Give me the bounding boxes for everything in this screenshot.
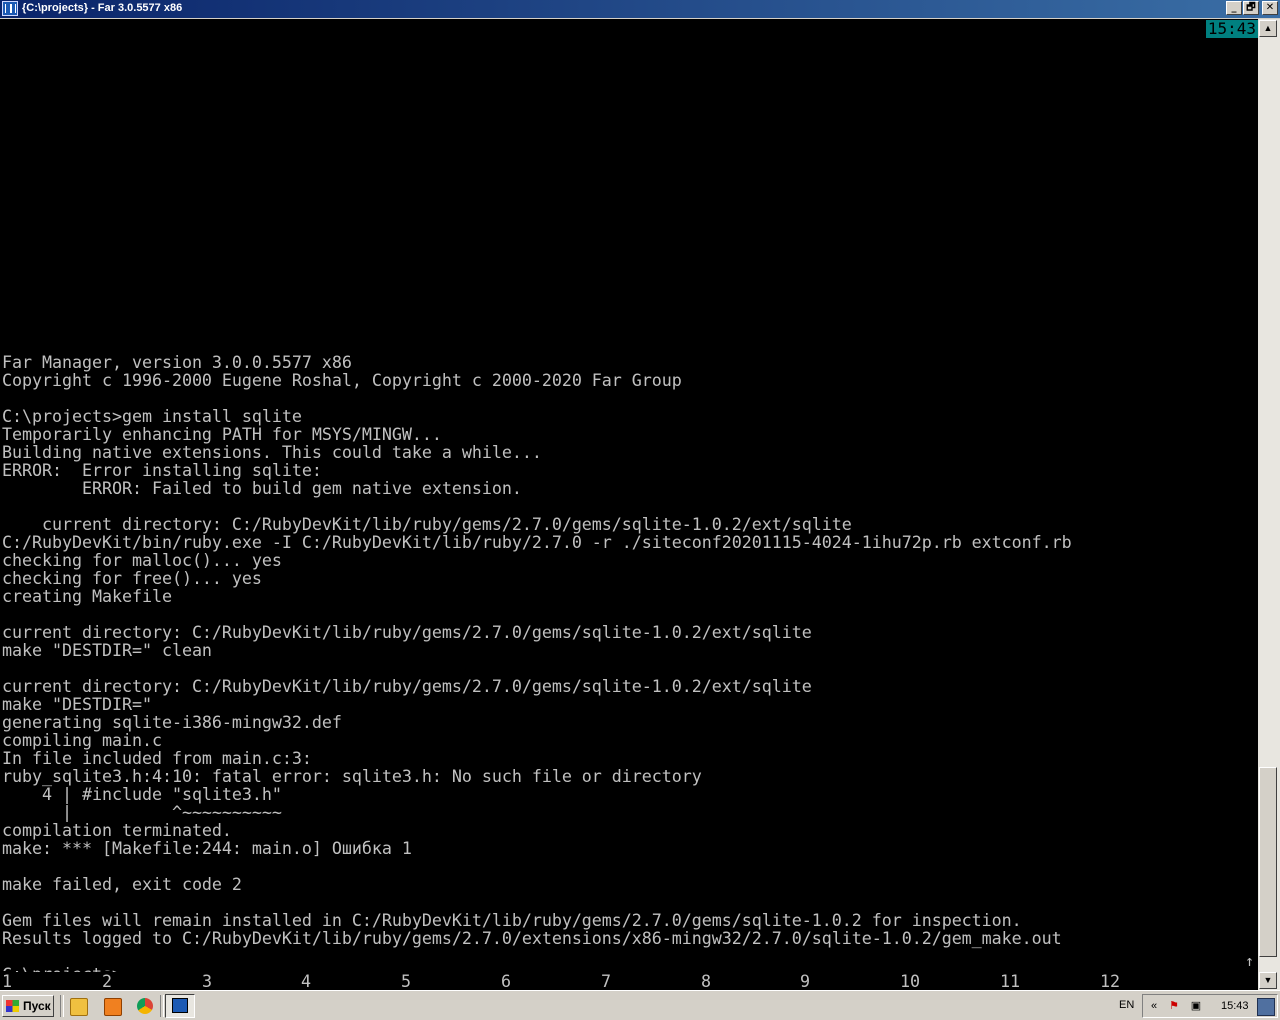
console-line: make "DESTDIR=" bbox=[2, 694, 152, 714]
console-line: make failed, exit code 2 bbox=[2, 874, 242, 894]
console-line: | ^~~~~~~~~~~ bbox=[2, 802, 282, 822]
console-line: Copyright c 1996-2000 Eugene Roshal, Cop… bbox=[2, 370, 682, 390]
chrome-icon[interactable] bbox=[137, 998, 153, 1014]
fkey-confmn-button[interactable]: 9ConfMn bbox=[800, 971, 890, 1008]
far-app-icon bbox=[172, 998, 188, 1013]
far-app-icon[interactable] bbox=[2, 1, 18, 16]
system-tray: « ⚑ ▣ 15:43 bbox=[1142, 994, 1278, 1018]
console-line: compiling main.c bbox=[2, 730, 162, 750]
console-line: compilation terminated. bbox=[2, 820, 232, 840]
maximize-button[interactable]: 🗗 bbox=[1243, 1, 1259, 15]
tray-clock: 15:43 bbox=[1221, 1000, 1249, 1012]
window-title: {C:\projects} - Far 3.0.5577 x86 bbox=[22, 2, 183, 14]
fkey-renmov-button[interactable]: 6RenMov bbox=[501, 971, 591, 1008]
action-center-icon[interactable]: ⚑ bbox=[1167, 999, 1181, 1013]
tray-chevron-icon[interactable]: « bbox=[1147, 999, 1161, 1013]
console-line: C:/RubyDevKit/bin/ruby.exe -I C:/RubyDev… bbox=[2, 532, 1072, 552]
console-line: C:\projects>gem install sqlite bbox=[2, 406, 302, 426]
scroll-up-button[interactable]: ▲ bbox=[1259, 20, 1277, 37]
fkey-number: 8 bbox=[701, 971, 712, 991]
fkey-number: 1 bbox=[2, 971, 13, 991]
media-player-icon[interactable] bbox=[104, 998, 122, 1016]
fkey-usermn-button[interactable]: 2UserMn bbox=[102, 971, 192, 1008]
fkey-number: 3 bbox=[202, 971, 213, 991]
console-line: current directory: C:/RubyDevKit/lib/rub… bbox=[2, 622, 812, 642]
console-line: creating Makefile bbox=[2, 586, 172, 606]
fkey-delete-button[interactable]: 8Delete bbox=[701, 971, 791, 1008]
minimize-button[interactable]: _ bbox=[1226, 1, 1242, 15]
fkey-copy-button[interactable]: 5Copy bbox=[401, 971, 491, 1008]
console-line: make: *** [Makefile:244: main.o] Ошибка … bbox=[2, 838, 412, 858]
fkey-number: 4 bbox=[301, 971, 312, 991]
fkey-number: 10 bbox=[900, 971, 921, 991]
fkey-number: 6 bbox=[501, 971, 512, 991]
function-key-bar: 1Help 2UserMn 3View4Edit 5Copy 6RenMov 7MkFol… bbox=[0, 971, 1258, 1008]
title-bar[interactable]: {C:\projects} - Far 3.0.5577 x86 _ 🗗 ✕ bbox=[0, 0, 1280, 18]
console-output[interactable]: 15:43 ↑ Far Manager, version 3.0.0.5577 … bbox=[0, 19, 1258, 972]
explorer-icon[interactable] bbox=[70, 998, 88, 1016]
console-line: Gem files will remain installed in C:/Ru… bbox=[2, 910, 1022, 930]
close-button[interactable]: ✕ bbox=[1262, 1, 1278, 15]
console-line: current directory: C:/RubyDevKit/lib/rub… bbox=[2, 676, 812, 696]
windows-flag-icon bbox=[6, 1000, 19, 1012]
fkey-plugin-button[interactable]: 11Plugin bbox=[1000, 971, 1090, 1008]
console-line: 4 | #include "sqlite3.h" bbox=[2, 784, 282, 804]
console-line: ERROR: Failed to build gem native extens… bbox=[2, 478, 522, 498]
console-line: Results logged to C:/RubyDevKit/lib/ruby… bbox=[2, 928, 1062, 948]
console-line: Far Manager, version 3.0.0.5577 x86 bbox=[2, 352, 352, 372]
show-desktop-icon[interactable] bbox=[1257, 998, 1275, 1016]
fkey-number: 12 bbox=[1100, 971, 1121, 991]
console-line: ruby_sqlite3.h:4:10: fatal error: sqlite… bbox=[2, 766, 702, 786]
taskbar-separator bbox=[160, 995, 164, 1017]
fkey-edit-button[interactable]: 4Edit bbox=[301, 971, 391, 1008]
scroll-up-arrow-icon: ↑ bbox=[1244, 952, 1254, 970]
network-icon[interactable]: ▣ bbox=[1189, 999, 1203, 1013]
start-button[interactable]: Пуск bbox=[2, 995, 54, 1017]
console-line: checking for free()... yes bbox=[2, 568, 262, 588]
start-label: Пуск bbox=[23, 999, 51, 1013]
fkey-number: 9 bbox=[800, 971, 811, 991]
fkey-help-button[interactable]: 1Help bbox=[2, 971, 92, 1008]
console-line: ERROR: Error installing sqlite: bbox=[2, 460, 322, 480]
fkey-screen-button[interactable]: 12Screen bbox=[1100, 971, 1258, 1008]
console-line: current directory: C:/RubyDevKit/lib/rub… bbox=[2, 514, 852, 534]
window-controls: _ 🗗 ✕ bbox=[1225, 1, 1278, 17]
taskbar: Пуск EN « ⚑ ▣ 15:43 bbox=[0, 990, 1280, 1020]
fkey-number: 7 bbox=[601, 971, 612, 991]
taskbar-separator bbox=[60, 995, 64, 1017]
fkey-number: 11 bbox=[1000, 971, 1021, 991]
scroll-down-button[interactable]: ▼ bbox=[1259, 972, 1277, 989]
fkey-quit-button[interactable]: 10Quit bbox=[900, 971, 990, 1008]
fkey-mkfold-button[interactable]: 7MkFold bbox=[601, 971, 691, 1008]
console-line: In file included from main.c:3: bbox=[2, 748, 312, 768]
scrollbar-thumb[interactable] bbox=[1259, 767, 1277, 957]
console-line: Temporarily enhancing PATH for MSYS/MING… bbox=[2, 424, 442, 444]
console-line: make "DESTDIR=" clean bbox=[2, 640, 212, 660]
language-indicator[interactable]: EN bbox=[1119, 999, 1134, 1011]
console-line: generating sqlite-i386-mingw32.def bbox=[2, 712, 342, 732]
fkey-view-button[interactable]: 3View bbox=[202, 971, 292, 1008]
console-clock: 15:43 bbox=[1205, 19, 1258, 38]
vertical-scrollbar[interactable]: ▲ ▼ bbox=[1258, 19, 1280, 990]
console-line: checking for malloc()... yes bbox=[2, 550, 282, 570]
fkey-number: 5 bbox=[401, 971, 412, 991]
console-line: Building native extensions. This could t… bbox=[2, 442, 542, 462]
fkey-number: 2 bbox=[102, 971, 113, 991]
far-manager-task-button[interactable] bbox=[165, 994, 195, 1018]
